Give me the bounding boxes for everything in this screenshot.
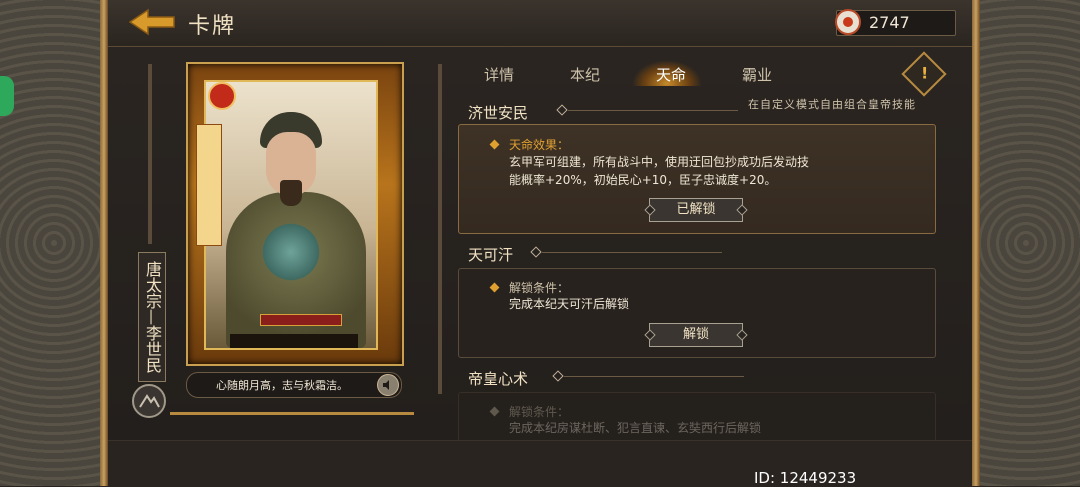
hero-name-vertical: 唐太宗—李世民 [138, 252, 166, 382]
unlock-button[interactable]: 解锁 [649, 323, 743, 347]
title-line [568, 110, 738, 111]
decor-pillar [148, 64, 152, 244]
bullet-icon [489, 139, 500, 150]
custom-mode-hint: 在自定义模式自由组合皇帝技能 [748, 98, 916, 111]
hero-motto: 心随朗月高，志与秋霜洁。 [216, 379, 348, 392]
title-line [542, 252, 722, 253]
hero-portrait [204, 80, 378, 350]
title-line [564, 376, 744, 377]
speaker-icon[interactable] [377, 374, 399, 396]
card-screen: 卡牌 2747 唐太宗—李世民 心随朗月高，志与秋霜洁。 详情 本纪 天命 霸业… [108, 0, 972, 487]
tab-details[interactable]: 详情 [484, 64, 514, 85]
card-divider [170, 412, 414, 415]
mountain-emblem-icon[interactable] [132, 384, 166, 418]
title-ornament [552, 370, 564, 382]
card-motto-banner [230, 334, 358, 348]
currency-display: 2747 [835, 9, 956, 36]
scroll-currency-icon [835, 9, 861, 35]
destiny-panel-unlocked: 天命效果： 玄甲军可组建，所有战斗中，使用迂回包抄成功后发动技 能概率+20%，… [458, 124, 936, 234]
bullet-icon [489, 282, 500, 293]
left-ornament-panel [0, 0, 108, 486]
title-ornament [530, 246, 542, 258]
tab-hegemony[interactable]: 霸业 [742, 64, 772, 85]
dragon-emblem [256, 222, 326, 282]
effect-label: 天命效果： [509, 138, 570, 152]
back-arrow-icon[interactable] [128, 8, 176, 36]
destiny-panel-locked: 解锁条件： 完成本纪天可汗后解锁 解锁 [458, 268, 936, 358]
unlocked-button[interactable]: 已解锁 [649, 198, 743, 222]
exclamation-icon: ! [921, 63, 929, 83]
tab-destiny[interactable]: 天命 [656, 64, 686, 85]
hero-belt [260, 314, 342, 326]
side-tab-handle[interactable] [0, 76, 14, 116]
top-bar: 卡牌 2747 [108, 0, 972, 47]
section-title: 济世安民 [468, 104, 529, 122]
motto-bar: 心随朗月高，志与秋霜洁。 [186, 372, 402, 398]
unlock-condition-label: 解锁条件： [509, 405, 570, 419]
bullet-icon [489, 406, 500, 417]
unlock-condition-label: 解锁条件： [509, 281, 570, 295]
currency-value: 2747 [869, 13, 910, 32]
section-title: 帝皇心术 [468, 370, 529, 388]
decor-pillar [438, 64, 442, 394]
hero-card[interactable] [186, 62, 404, 366]
hero-beard [280, 180, 302, 206]
page-title: 卡牌 [188, 14, 237, 39]
right-ornament-panel [972, 0, 1080, 486]
info-button[interactable]: ! [901, 51, 947, 97]
player-id: ID: 12449233 [754, 469, 857, 487]
title-ornament [556, 104, 568, 116]
unlock-condition-text: 完成本纪天可汗后解锁 [509, 297, 630, 311]
tab-bar: 详情 本纪 天命 霸业 [464, 60, 944, 88]
effect-text-line: 玄甲军可组建，所有战斗中，使用迂回包抄成功后发动技 [509, 155, 810, 169]
card-name-plaque [196, 124, 222, 246]
seal-icon [208, 82, 236, 110]
section-title: 天可汗 [468, 246, 514, 264]
effect-text-line: 能概率+20%，初始民心+10，臣子忠诚度+20。 [509, 173, 777, 187]
unlock-condition-text: 完成本纪房谋杜断、犯言直谏、玄奘西行后解锁 [509, 421, 762, 435]
tab-chronicle[interactable]: 本纪 [570, 64, 600, 85]
